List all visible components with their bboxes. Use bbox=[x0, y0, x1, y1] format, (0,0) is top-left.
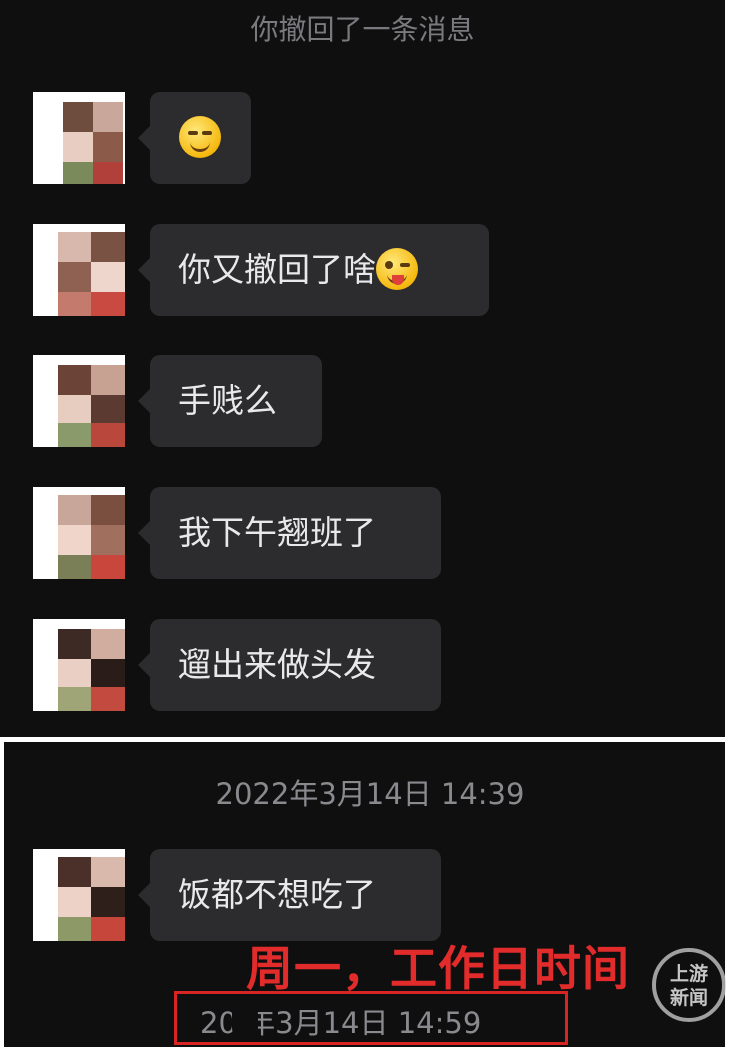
timestamp: 2022年3月14日 14:39 bbox=[215, 777, 525, 811]
avatar[interactable] bbox=[33, 224, 125, 316]
message-bubble[interactable]: 你又撤回了啥 bbox=[138, 224, 489, 316]
avatar[interactable] bbox=[33, 849, 125, 941]
avatar[interactable] bbox=[33, 487, 125, 579]
message-bubble[interactable]: 饭都不想吃了 bbox=[138, 849, 441, 941]
watermark-line1: 上游 bbox=[669, 963, 708, 985]
message-bubble[interactable] bbox=[138, 92, 251, 184]
annotation-caption: 周一，工作日时间 bbox=[246, 942, 630, 997]
watermark-logo: 上游 新闻 bbox=[652, 948, 726, 1022]
message-bubble[interactable]: 手贱么 bbox=[138, 355, 322, 447]
message-text: 手贱么 bbox=[178, 381, 277, 420]
message-text: 遛出来做头发 bbox=[178, 645, 376, 684]
winking-tongue-face-emoji-icon bbox=[376, 247, 418, 290]
right-margin bbox=[725, 0, 750, 1047]
annotation-highlight-box bbox=[174, 991, 568, 1045]
grinning-face-emoji-icon bbox=[179, 115, 221, 158]
message-text: 我下午翘班了 bbox=[178, 513, 376, 552]
recall-notice: 你撤回了一条消息 bbox=[250, 13, 475, 46]
watermark-line2: 新闻 bbox=[669, 987, 708, 1009]
message-bubble[interactable]: 遛出来做头发 bbox=[138, 619, 441, 711]
avatar[interactable] bbox=[33, 92, 125, 184]
message-text: 饭都不想吃了 bbox=[178, 875, 376, 914]
message-bubble[interactable]: 我下午翘班了 bbox=[138, 487, 441, 579]
avatar[interactable] bbox=[33, 619, 125, 711]
avatar[interactable] bbox=[33, 355, 125, 447]
message-text: 你又撤回了啥 bbox=[178, 250, 376, 289]
